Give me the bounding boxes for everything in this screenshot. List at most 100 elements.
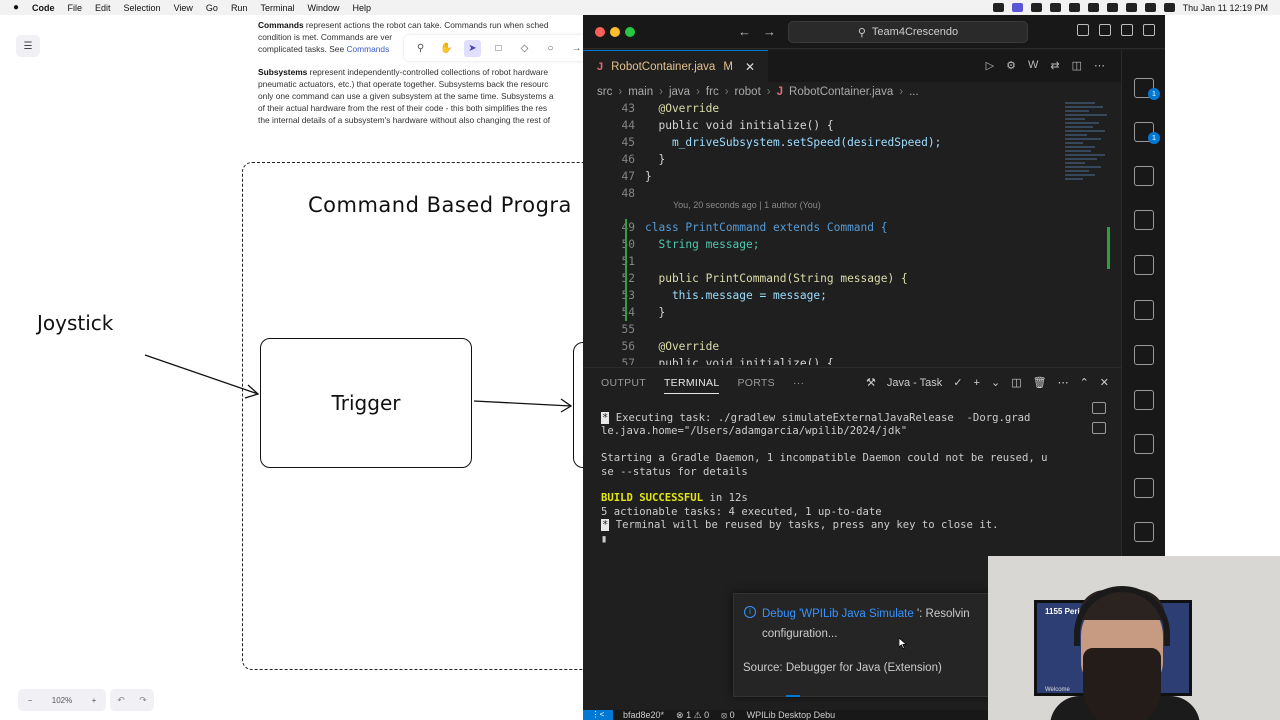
- trash-icon[interactable]: 🗑: [1033, 376, 1047, 389]
- run-debug-icon[interactable]: [1134, 166, 1154, 186]
- task-icon[interactable]: [1092, 422, 1106, 434]
- breadcrumb-item[interactable]: frc: [706, 86, 719, 98]
- code-line[interactable]: 49 class PrintCommand extends Command {: [583, 219, 1061, 236]
- breadcrumb-item[interactable]: ...: [909, 86, 919, 98]
- toggle-sidebar-icon[interactable]: [1077, 24, 1089, 36]
- more-actions-icon[interactable]: ⋯: [1058, 376, 1069, 389]
- code-line[interactable]: 43 @Override: [583, 100, 1061, 117]
- status-icon[interactable]: [1106, 3, 1118, 12]
- tab-ports[interactable]: PORTS: [737, 377, 774, 389]
- code-line[interactable]: 52 public PrintCommand(String message) {: [583, 270, 1061, 287]
- toggle-panel-icon[interactable]: [1099, 24, 1111, 36]
- menu-help[interactable]: Help: [352, 3, 371, 13]
- tab-output[interactable]: OUTPUT: [601, 377, 646, 389]
- wpilib-command-icon[interactable]: [1134, 434, 1154, 454]
- code-line[interactable]: 55: [583, 321, 1061, 338]
- breadcrumb-item[interactable]: RobotContainer.java: [789, 86, 893, 98]
- menu-file[interactable]: File: [68, 3, 83, 13]
- split-editor-icon[interactable]: ◫: [1072, 59, 1082, 72]
- debug-icon[interactable]: ⚙: [1006, 59, 1016, 72]
- git-branch-status[interactable]: bfad8e20*: [623, 710, 664, 720]
- n2-icon[interactable]: [1134, 478, 1154, 498]
- terminal-icon[interactable]: [1092, 402, 1106, 414]
- breadcrumb-item[interactable]: robot: [735, 86, 761, 98]
- menu-edit[interactable]: Edit: [95, 3, 111, 13]
- code-line[interactable]: 50 String message;: [583, 236, 1061, 253]
- customize-layout-icon[interactable]: [1143, 24, 1155, 36]
- control-center-icon[interactable]: [1163, 3, 1175, 12]
- minimize-window-icon[interactable]: [610, 27, 620, 37]
- wpilib-icon[interactable]: W: [1028, 59, 1038, 72]
- undo-icon[interactable]: ↶: [117, 695, 125, 706]
- redo-icon[interactable]: ↷: [139, 695, 147, 706]
- menu-selection[interactable]: Selection: [124, 3, 161, 13]
- code-line[interactable]: 45 m_driveSubsystem.setSpeed(desiredSpee…: [583, 134, 1061, 151]
- notification-link[interactable]: Debug 'WPILib Java Simulate: [762, 608, 914, 620]
- status-icon[interactable]: [1049, 3, 1061, 12]
- code-line[interactable]: 44 public void initialize() {: [583, 117, 1061, 134]
- debug-target-status[interactable]: WPILib Desktop Debu: [747, 710, 836, 720]
- chevron-down-icon[interactable]: ⌄: [991, 376, 1000, 389]
- breadcrumb-item[interactable]: main: [628, 86, 653, 98]
- code-line[interactable]: 48: [583, 185, 1061, 202]
- zoom-out-button[interactable]: −: [28, 696, 33, 705]
- zoom-in-button[interactable]: +: [92, 696, 97, 705]
- close-tab-icon[interactable]: ✕: [745, 60, 755, 74]
- run-icon[interactable]: ▷: [986, 59, 994, 72]
- panel-more-icon[interactable]: ···: [793, 377, 804, 389]
- status-icon[interactable]: [992, 3, 1004, 12]
- toggle-secondary-sidebar-icon[interactable]: [1121, 24, 1133, 36]
- navigation-arrows[interactable]: ←→: [738, 24, 788, 39]
- command-center[interactable]: ⚲ Team4Crescendo: [788, 21, 1028, 43]
- code-line[interactable]: 54 }: [583, 304, 1061, 321]
- code-line[interactable]: 46 }: [583, 151, 1061, 168]
- more-actions-icon[interactable]: ⋯: [1094, 59, 1105, 72]
- status-icon[interactable]: [1030, 3, 1042, 12]
- testing-icon[interactable]: [1134, 255, 1154, 275]
- debug-notification-toast[interactable]: i Debug 'WPILib Java Simulate ': Resolvi…: [733, 593, 993, 697]
- status-icon[interactable]: [1087, 3, 1099, 12]
- remote-explorer-icon[interactable]: [1134, 345, 1154, 365]
- code-line[interactable]: 51: [583, 253, 1061, 270]
- new-terminal-icon[interactable]: +: [974, 377, 980, 389]
- menu-window[interactable]: Window: [307, 3, 339, 13]
- code-editor[interactable]: 43 @Override 44 public void initialize()…: [583, 100, 1061, 365]
- code-line[interactable]: 57 public void initialize() {: [583, 355, 1061, 365]
- maximize-window-icon[interactable]: [625, 27, 635, 37]
- timeline-icon[interactable]: [1134, 522, 1154, 542]
- minimap[interactable]: [1061, 100, 1117, 220]
- screen-record-icon[interactable]: [1011, 3, 1023, 12]
- problems-status[interactable]: ⊗ 1 ⚠ 0: [676, 710, 709, 720]
- menu-terminal[interactable]: Terminal: [260, 3, 294, 13]
- maximize-panel-icon[interactable]: ⌃: [1080, 376, 1089, 389]
- menubar-clock[interactable]: Thu Jan 11 12:19 PM: [1183, 3, 1268, 13]
- terminal-task-label[interactable]: Java - Task: [887, 377, 942, 389]
- apple-menu-icon[interactable]: ●: [0, 2, 32, 13]
- tab-robotcontainer[interactable]: J RobotContainer.java M ✕: [583, 50, 768, 82]
- breadcrumb-item[interactable]: java: [669, 86, 690, 98]
- close-panel-icon[interactable]: ✕: [1100, 376, 1109, 389]
- wifi-icon[interactable]: [1125, 3, 1137, 12]
- remote-indicator-icon[interactable]: ⋮<: [583, 710, 613, 720]
- menu-view[interactable]: View: [174, 3, 193, 13]
- tab-terminal[interactable]: TERMINAL: [663, 377, 720, 394]
- search-icon[interactable]: [1144, 3, 1156, 12]
- code-line[interactable]: 47}: [583, 168, 1061, 185]
- compare-icon[interactable]: ⇄: [1050, 59, 1059, 72]
- breadcrumb-item[interactable]: src: [597, 86, 612, 98]
- whiteboard-canvas[interactable]: ☰ Commands represent actions the robot c…: [0, 15, 583, 720]
- code-line[interactable]: 56 @Override: [583, 338, 1061, 355]
- terminal-output[interactable]: * Executing task: ./gradlew simulateExte…: [601, 412, 1066, 546]
- close-window-icon[interactable]: [595, 27, 605, 37]
- menu-code[interactable]: Code: [32, 3, 55, 13]
- git-blame-annotation[interactable]: You, 20 seconds ago | 1 author (You): [673, 200, 821, 210]
- zoom-level[interactable]: 102%: [52, 696, 72, 705]
- menu-run[interactable]: Run: [231, 3, 248, 13]
- wpilib-icon[interactable]: [1134, 390, 1154, 410]
- github-icon[interactable]: [1134, 300, 1154, 320]
- status-icon[interactable]: [1068, 3, 1080, 12]
- ports-status[interactable]: ⦻ 0: [721, 710, 734, 720]
- extensions-icon[interactable]: [1134, 210, 1154, 230]
- split-terminal-icon[interactable]: ◫: [1011, 376, 1021, 389]
- code-line[interactable]: 53 this.message = message;: [583, 287, 1061, 304]
